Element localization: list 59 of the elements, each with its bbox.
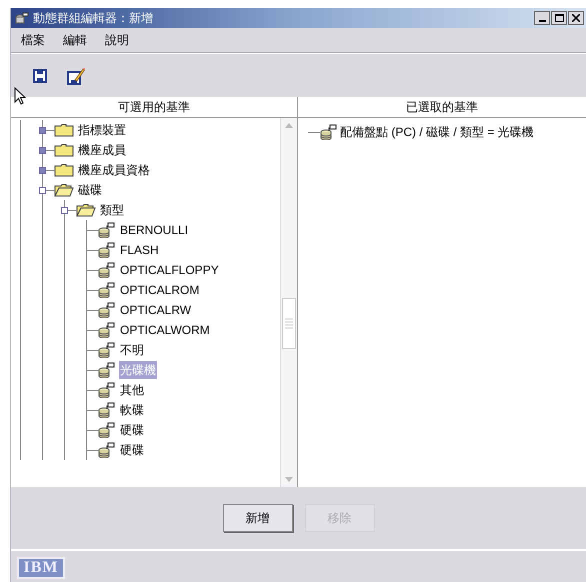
close-button[interactable]: [568, 11, 584, 25]
action-button[interactable]: 新增: [222, 504, 292, 532]
tree-item[interactable]: 不明: [119, 341, 145, 359]
minimize-icon: [538, 20, 546, 22]
database-icon: [98, 382, 116, 398]
database-icon: [320, 124, 338, 140]
open-folder-icon: [54, 183, 74, 197]
tree-item[interactable]: 其他: [119, 381, 145, 399]
selected-criterion[interactable]: 配備盤點 (PC) / 磁碟 / 類型 = 光碟機: [340, 123, 534, 141]
minimize-button[interactable]: [534, 11, 550, 25]
database-icon: [98, 242, 116, 258]
floppy-pencil-icon: [67, 66, 85, 84]
tree-item[interactable]: OPTICALROM: [119, 281, 200, 299]
database-icon: [98, 302, 116, 318]
menu-item[interactable]: 編輯: [61, 31, 89, 49]
maximize-button[interactable]: [551, 11, 567, 25]
database-icon: [98, 422, 116, 438]
tree-item[interactable]: OPTICALFLOPPY: [119, 261, 220, 279]
collapse-toggle[interactable]: [61, 207, 68, 214]
database-icon: [98, 402, 116, 418]
tree-item[interactable]: OPTICALRW: [119, 301, 192, 319]
expand-toggle[interactable]: [39, 167, 46, 174]
database-icon: [98, 342, 116, 358]
logo: IBM: [17, 557, 65, 579]
folder-icon: [54, 123, 74, 137]
tree-item[interactable]: 機座成員: [77, 141, 127, 159]
database-icon: [15, 12, 29, 24]
tree-item[interactable]: 軟碟: [119, 401, 145, 419]
tree-item[interactable]: 指標裝置: [77, 121, 127, 139]
open-folder-icon: [76, 203, 96, 217]
close-icon: [572, 14, 580, 22]
window-title: 動態群組編輯器：新增: [33, 10, 153, 27]
tree-item[interactable]: OPTICALWORM: [119, 321, 211, 339]
maximize-icon: [554, 14, 564, 22]
folder-icon: [54, 143, 74, 157]
collapse-toggle[interactable]: [39, 187, 46, 194]
expand-toggle[interactable]: [39, 127, 46, 134]
tree-item[interactable]: FLASH: [119, 241, 160, 259]
folder-icon: [54, 163, 74, 177]
database-icon: [98, 282, 116, 298]
tree-item[interactable]: 硬碟: [119, 421, 145, 439]
scroll-down-icon: [285, 477, 293, 482]
database-icon: [98, 322, 116, 338]
menu-item[interactable]: 檔案: [19, 31, 47, 49]
database-icon: [98, 362, 116, 378]
column-header: 已選取的基準: [298, 97, 586, 118]
tree-item[interactable]: BERNOULLI: [119, 221, 190, 239]
database-icon: [98, 222, 116, 238]
tree-item[interactable]: 硬碟: [119, 441, 145, 459]
scrollbar[interactable]: [280, 118, 297, 487]
tree-item[interactable]: 類型: [99, 201, 125, 219]
menu-item[interactable]: 說明: [103, 31, 131, 49]
expand-toggle[interactable]: [39, 147, 46, 154]
scroll-up-icon: [285, 123, 293, 128]
tree-item[interactable]: 磁碟: [77, 181, 103, 199]
database-icon: [98, 442, 116, 458]
scrollbar-thumb[interactable]: [282, 298, 296, 349]
database-icon: [98, 262, 116, 278]
tree-item[interactable]: 機座成員資格: [77, 161, 151, 179]
